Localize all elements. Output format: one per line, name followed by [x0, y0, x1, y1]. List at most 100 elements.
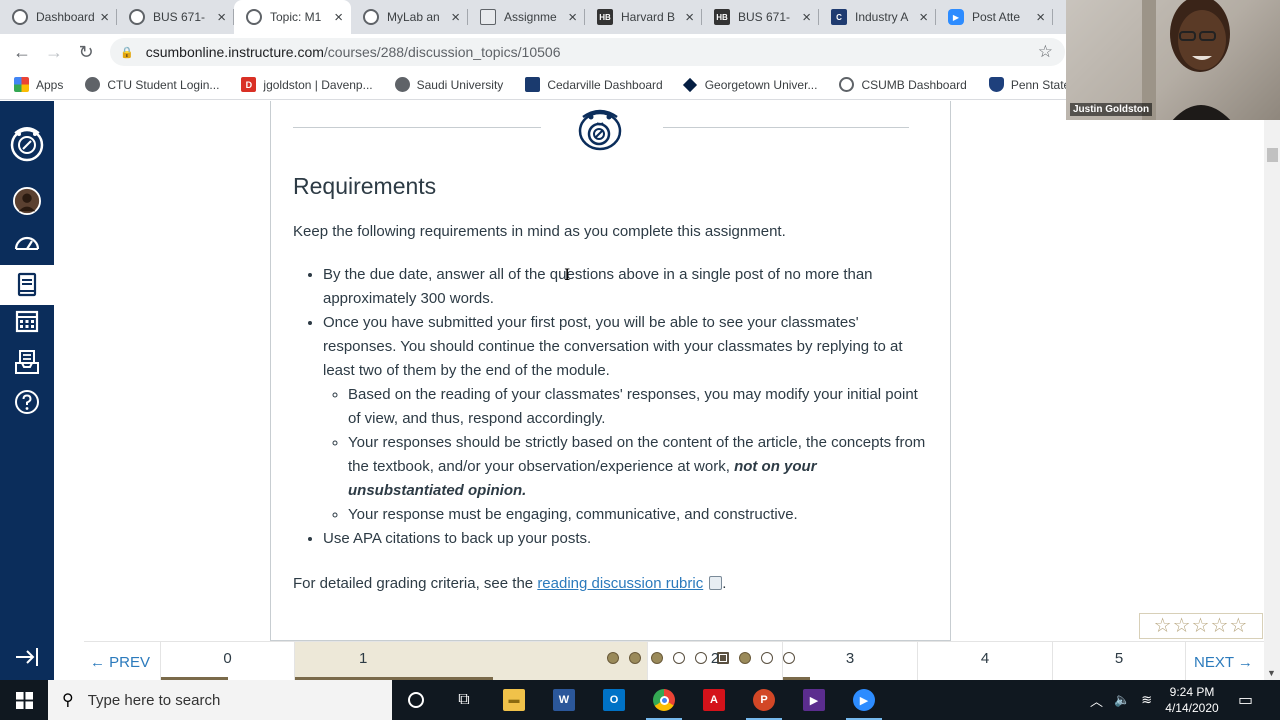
- wifi-icon[interactable]: ≋: [1141, 692, 1152, 708]
- volume-icon[interactable]: 🔈: [1114, 692, 1130, 708]
- close-icon[interactable]: ×: [802, 9, 811, 26]
- bookmark-label: Apps: [36, 77, 64, 92]
- list-item-text: Once you have submitted your first post,…: [323, 314, 903, 379]
- browser-tab[interactable]: BUS 671- ×: [117, 0, 234, 34]
- chevron-up-icon[interactable]: ︿: [1090, 691, 1103, 710]
- rubric-period: .: [722, 575, 727, 592]
- inbox-icon[interactable]: [11, 346, 43, 378]
- pager-cell[interactable]: 3: [782, 642, 917, 681]
- page-scrollbar[interactable]: ▲ ▼: [1264, 101, 1280, 680]
- list-item: Use APA citations to back up your posts.: [323, 527, 933, 551]
- star-rating[interactable]: ☆☆☆☆☆: [1139, 613, 1263, 639]
- bookmark-davenport[interactable]: Djgoldston | Davenp...: [241, 77, 373, 92]
- pager-cell[interactable]: 5: [1052, 642, 1186, 681]
- page-dot[interactable]: [629, 652, 641, 664]
- text-cursor-icon: I: [564, 265, 571, 284]
- close-icon[interactable]: ×: [1036, 9, 1045, 26]
- address-bar[interactable]: 🔒 csumbonline.instructure.com/courses/28…: [110, 38, 1065, 66]
- divider: [663, 127, 909, 128]
- bookmark-label: Cedarville Dashboard: [547, 77, 663, 92]
- outlook-icon[interactable]: O: [594, 685, 634, 715]
- search-icon: ⚲: [62, 692, 74, 709]
- close-icon[interactable]: ×: [217, 9, 226, 26]
- close-icon[interactable]: ×: [568, 9, 577, 26]
- browser-tab[interactable]: MyLab an ×: [351, 0, 468, 34]
- bookmark-apps[interactable]: Apps: [14, 77, 63, 92]
- bookmark-csumb[interactable]: CSUMB Dashboard: [839, 77, 967, 92]
- tab-title: Topic: M1: [270, 10, 322, 24]
- bookmark-label: Georgetown Univer...: [704, 77, 818, 92]
- taskbar-search[interactable]: ⚲ Type here to search: [48, 680, 392, 720]
- paw-icon: [129, 9, 145, 25]
- otter-logo-icon[interactable]: [5, 121, 49, 165]
- browser-tab[interactable]: HB BUS 671- ×: [702, 0, 819, 34]
- word-icon[interactable]: W: [544, 685, 584, 715]
- browser-tab[interactable]: HB Harvard B ×: [585, 0, 702, 34]
- pager-cell[interactable]: 2: [647, 642, 782, 681]
- tab-title: MyLab an: [387, 10, 440, 24]
- sub-list-item: Your response must be engaging, communic…: [348, 503, 933, 527]
- calendar-icon[interactable]: [11, 305, 43, 337]
- pager-cell[interactable]: 4: [917, 642, 1052, 681]
- browser-tab[interactable]: Dashboard ×: [0, 0, 117, 34]
- reload-icon[interactable]: ↻: [70, 42, 102, 63]
- video-player-icon[interactable]: ▶: [794, 685, 834, 715]
- bookmark-saudi[interactable]: Saudi University: [394, 77, 503, 92]
- bookmark-georgetown[interactable]: Georgetown Univer...: [682, 77, 818, 92]
- notification-icon[interactable]: ▭: [1238, 690, 1253, 710]
- scroll-thumb[interactable]: [1267, 148, 1278, 162]
- bookmark-ctu[interactable]: CTU Student Login...: [85, 77, 219, 92]
- pager-cell[interactable]: 0: [160, 642, 294, 681]
- close-icon[interactable]: ×: [334, 9, 343, 26]
- dashboard-gauge-icon[interactable]: [11, 227, 43, 259]
- taskbar-clock[interactable]: 9:24 PM 4/14/2020: [1160, 684, 1224, 716]
- courses-book-icon[interactable]: [0, 265, 54, 305]
- pager-cell-active[interactable]: 1: [294, 642, 795, 681]
- bookmark-label: jgoldston | Davenp...: [263, 77, 373, 92]
- close-icon[interactable]: ×: [451, 9, 460, 26]
- browser-tab[interactable]: Assignme ×: [468, 0, 585, 34]
- powerpoint-icon[interactable]: P: [744, 685, 784, 720]
- lock-icon: 🔒: [120, 46, 134, 59]
- account-avatar-icon[interactable]: [11, 185, 43, 217]
- cedarville-icon: [525, 77, 541, 92]
- tab-title: Assignme: [504, 10, 557, 24]
- bookmark-star-icon[interactable]: ☆: [1038, 42, 1053, 62]
- bookmark-cedarville[interactable]: Cedarville Dashboard: [525, 77, 663, 92]
- rubric-link[interactable]: reading discussion rubric: [537, 575, 703, 592]
- zoom-icon[interactable]: ▶: [844, 685, 884, 720]
- next-button[interactable]: NEXT →: [1194, 654, 1253, 671]
- paw-icon: [246, 9, 262, 25]
- cortana-icon[interactable]: [396, 685, 436, 715]
- section-heading: Requirements: [293, 173, 437, 199]
- help-question-icon[interactable]: [11, 386, 43, 418]
- back-arrow-icon[interactable]: ←: [6, 42, 38, 63]
- browser-tab[interactable]: C Industry A ×: [819, 0, 936, 34]
- windows-start-icon[interactable]: [0, 680, 48, 720]
- browser-tab-active[interactable]: Topic: M1 ×: [234, 0, 351, 34]
- scroll-down-icon[interactable]: ▼: [1267, 668, 1276, 678]
- paw-icon: [12, 9, 28, 25]
- global-nav: [0, 101, 54, 680]
- file-explorer-icon[interactable]: ▬: [494, 685, 534, 715]
- page-dot[interactable]: [607, 652, 619, 664]
- clock-time: 9:24 PM: [1169, 685, 1215, 699]
- prev-button[interactable]: ← PREV: [90, 654, 150, 671]
- acrobat-icon[interactable]: A: [694, 685, 734, 715]
- list-item-text: Your responses should be strictly based …: [348, 434, 926, 475]
- browser-tab[interactable]: ▶ Post Atte ×: [936, 0, 1053, 34]
- close-icon[interactable]: ×: [100, 9, 109, 26]
- sub-list-item: Your responses should be strictly based …: [348, 431, 933, 503]
- chrome-icon[interactable]: [644, 685, 684, 720]
- tab-title: BUS 671-: [738, 10, 791, 24]
- bookmark-label: CSUMB Dashboard: [861, 77, 967, 92]
- preview-icon[interactable]: [709, 576, 723, 590]
- pager-cell-label: 2: [710, 650, 720, 667]
- tab-title: BUS 671-: [153, 10, 206, 24]
- collapse-nav-icon[interactable]: [11, 641, 43, 673]
- zoom-icon: ▶: [948, 9, 964, 25]
- close-icon[interactable]: ×: [685, 9, 694, 26]
- forward-arrow-icon[interactable]: →: [38, 42, 70, 63]
- task-view-icon[interactable]: ⧉: [444, 685, 484, 715]
- close-icon[interactable]: ×: [919, 9, 928, 26]
